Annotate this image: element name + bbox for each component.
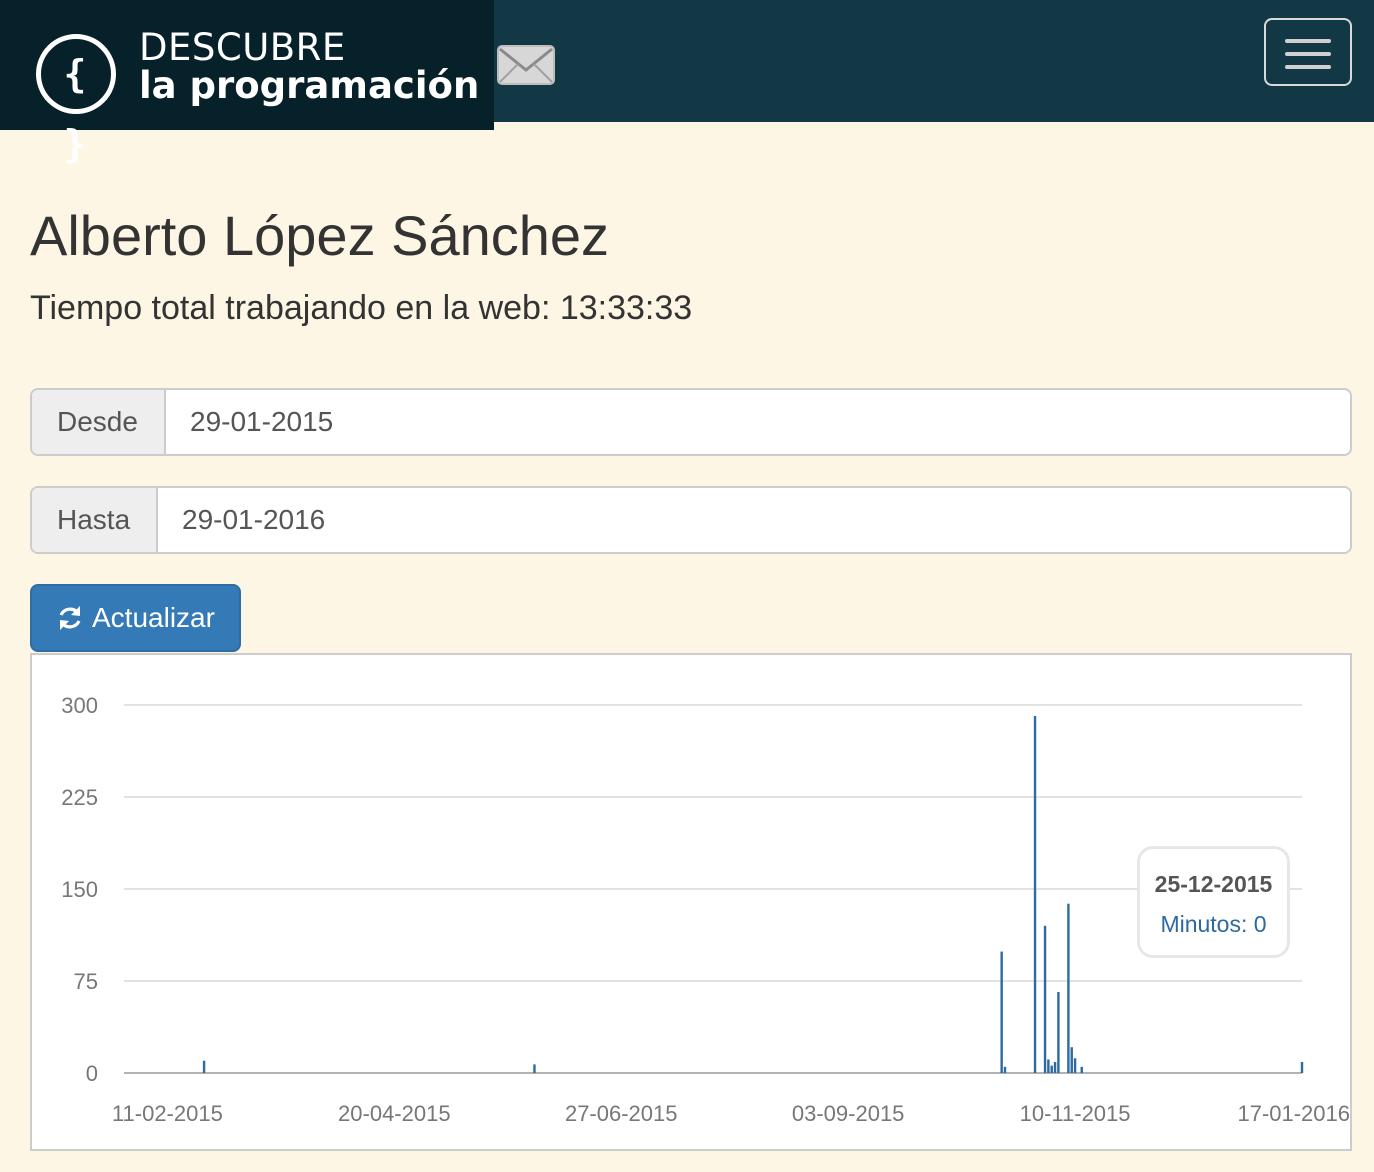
chart-bar <box>533 1064 536 1073</box>
tooltip-date: 25-12-2015 <box>1154 871 1273 897</box>
chart-bar <box>1053 1061 1057 1073</box>
x-tick-label: 11-02-2015 <box>112 1101 223 1126</box>
chart-bar <box>1067 903 1070 1073</box>
y-tick-label: 150 <box>61 877 98 902</box>
chart-bar <box>1070 1047 1073 1073</box>
brand-title-line2: la programación <box>139 64 480 107</box>
update-button-label: Actualizar <box>92 602 215 633</box>
menu-toggle-button[interactable] <box>1264 18 1352 86</box>
refresh-icon <box>59 606 81 630</box>
chart-bar <box>1047 1059 1050 1073</box>
y-tick-label: 300 <box>61 693 98 718</box>
chart-bar <box>1073 1058 1077 1073</box>
brand-logo-link[interactable]: { } DESCUBRE la programación <box>0 0 494 166</box>
from-date-input[interactable] <box>166 390 1350 454</box>
chart-tooltip: 25-12-2015 Minutos: 0 <box>1137 846 1290 958</box>
from-date-group: Desde <box>30 388 1352 456</box>
chart-bar <box>1080 1066 1083 1073</box>
x-tick-label: 10-11-2015 <box>1020 1101 1131 1126</box>
x-tick-label: 17-01-2016 <box>1237 1101 1350 1126</box>
to-date-group: Hasta <box>30 486 1352 554</box>
chart-bar <box>1300 1061 1304 1073</box>
chart-bar <box>1043 925 1047 1073</box>
from-date-label: Desde <box>32 390 166 454</box>
tooltip-value: Minutos: 0 <box>1160 911 1267 937</box>
chart-bar <box>1000 951 1003 1073</box>
chart-bar <box>1033 716 1037 1073</box>
envelope-icon[interactable] <box>496 42 556 88</box>
chart-bar <box>202 1060 206 1073</box>
to-date-label: Hasta <box>32 488 158 552</box>
total-time-text: Tiempo total trabajando en la web: 13:33… <box>30 289 693 327</box>
x-tick-label: 20-04-2015 <box>338 1101 451 1126</box>
y-tick-label: 225 <box>61 785 98 810</box>
chart-bar <box>1003 1066 1007 1073</box>
x-tick-label: 03-09-2015 <box>792 1101 905 1126</box>
page-title: Alberto López Sánchez <box>30 204 610 267</box>
update-button[interactable]: Actualizar <box>30 584 241 652</box>
to-date-input[interactable] <box>158 488 1350 552</box>
hamburger-menu-icon <box>1285 39 1331 43</box>
y-tick-label: 0 <box>86 1061 98 1086</box>
y-tick-label: 75 <box>74 969 98 994</box>
chart-bar <box>1050 1065 1053 1073</box>
braces-logo-icon: { } <box>36 34 116 166</box>
x-tick-label: 27-06-2015 <box>565 1101 678 1126</box>
chart-bar <box>1057 992 1060 1073</box>
